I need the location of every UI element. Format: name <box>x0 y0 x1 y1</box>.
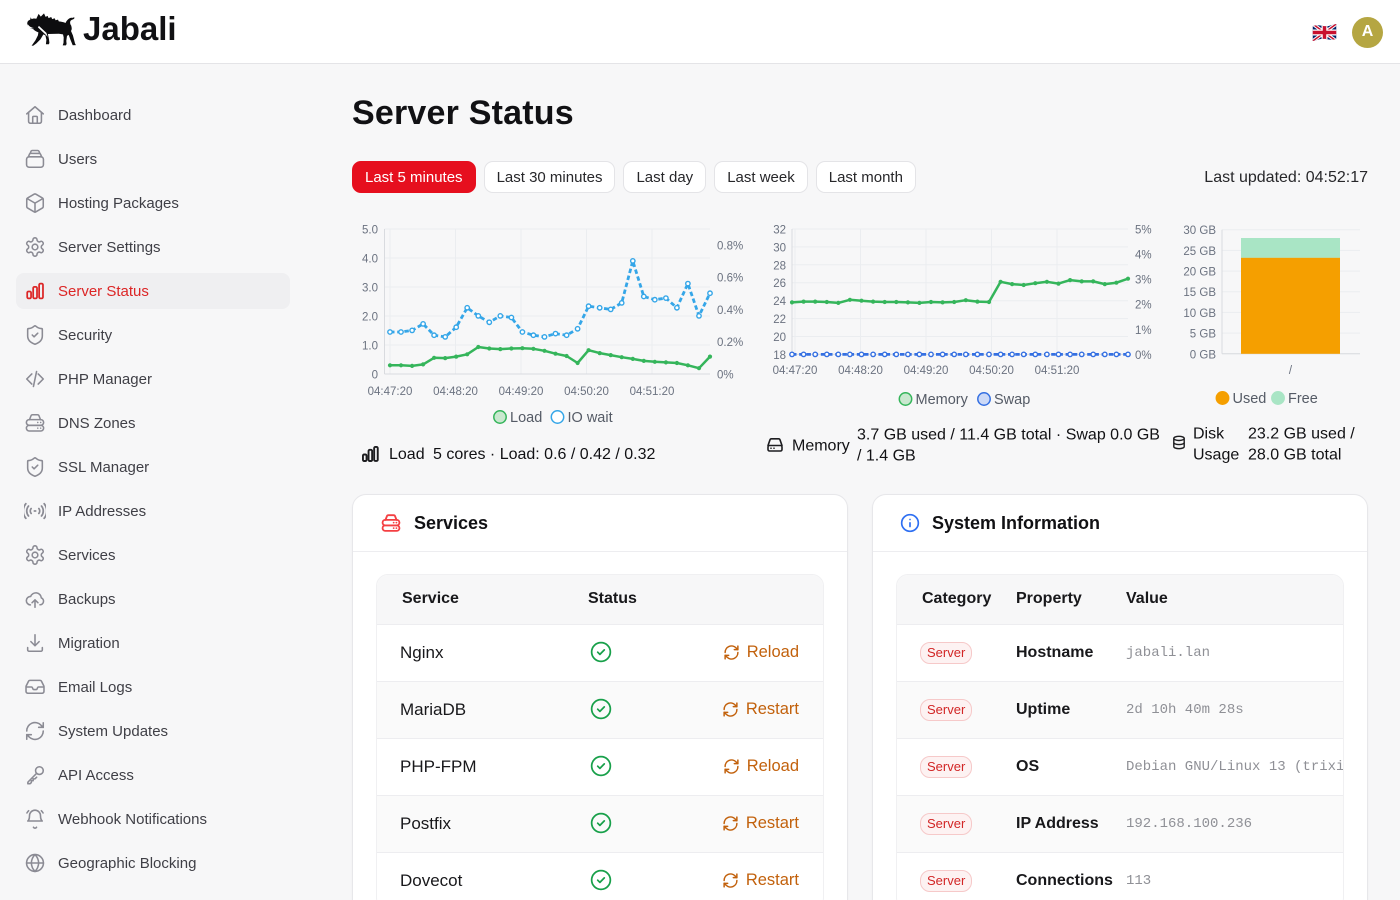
svg-text:24: 24 <box>773 296 786 308</box>
svg-text:15 GB: 15 GB <box>1183 287 1216 299</box>
svg-text:0.2%: 0.2% <box>717 337 743 349</box>
svg-text:0: 0 <box>372 370 378 382</box>
svg-text:0%: 0% <box>717 370 734 382</box>
svg-text:Swap: Swap <box>994 392 1030 408</box>
svg-text:5%: 5% <box>1135 225 1152 237</box>
svg-text:0.6%: 0.6% <box>717 273 743 285</box>
svg-text:Load: Load <box>389 446 425 463</box>
svg-text:Usage: Usage <box>1193 447 1239 464</box>
svg-text:1%: 1% <box>1135 325 1152 337</box>
svg-text:28: 28 <box>773 260 786 272</box>
svg-text:20: 20 <box>773 332 786 344</box>
svg-text:2%: 2% <box>1135 300 1152 312</box>
svg-text:04:48:20: 04:48:20 <box>433 386 478 398</box>
svg-text:1.0: 1.0 <box>362 341 378 353</box>
svg-text:04:50:20: 04:50:20 <box>969 365 1014 377</box>
svg-text:0.8%: 0.8% <box>717 240 743 252</box>
svg-text:32: 32 <box>773 225 786 237</box>
svg-text:04:47:20: 04:47:20 <box>368 386 413 398</box>
svg-text:Memory: Memory <box>792 438 850 455</box>
svg-text:04:51:20: 04:51:20 <box>1035 365 1080 377</box>
svg-text:Free: Free <box>1288 391 1318 407</box>
svg-text:2.0: 2.0 <box>362 312 378 324</box>
svg-text:0.4%: 0.4% <box>717 305 743 317</box>
svg-text:Memory: Memory <box>916 392 969 408</box>
svg-text:04:49:20: 04:49:20 <box>499 386 544 398</box>
svg-text:4.0: 4.0 <box>362 254 378 266</box>
svg-text:3.7 GB used / 11.4 GB total ·: 3.7 GB used / 11.4 GB total · Swap 0.0 G… <box>857 427 1160 444</box>
svg-text:0 GB: 0 GB <box>1190 349 1217 361</box>
svg-text:3.0: 3.0 <box>362 283 378 295</box>
svg-text:10 GB: 10 GB <box>1183 308 1216 320</box>
svg-text:0%: 0% <box>1135 350 1152 362</box>
svg-text:20 GB: 20 GB <box>1183 267 1216 279</box>
svg-text:28.0 GB total: 28.0 GB total <box>1248 447 1341 464</box>
svg-text:5 GB: 5 GB <box>1190 329 1217 341</box>
svg-text:25 GB: 25 GB <box>1183 246 1216 258</box>
svg-text:18: 18 <box>773 350 786 362</box>
svg-text:23.2 GB used /: 23.2 GB used / <box>1248 426 1355 443</box>
svg-text:04:50:20: 04:50:20 <box>564 386 609 398</box>
svg-text:Disk: Disk <box>1193 426 1225 443</box>
svg-text:30 GB: 30 GB <box>1183 225 1216 237</box>
svg-text:04:49:20: 04:49:20 <box>904 365 949 377</box>
svg-text:/: / <box>1289 365 1293 377</box>
svg-text:5 cores · Load: 0.6 / 0.42 / 0: 5 cores · Load: 0.6 / 0.42 / 0.32 <box>433 446 655 463</box>
svg-text:26: 26 <box>773 278 786 290</box>
svg-text:4%: 4% <box>1135 250 1152 262</box>
svg-text:Used: Used <box>1233 391 1267 407</box>
svg-text:IO wait: IO wait <box>568 410 613 426</box>
svg-text:30: 30 <box>773 242 786 254</box>
svg-text:5.0: 5.0 <box>362 225 378 237</box>
svg-text:/ 1.4 GB: / 1.4 GB <box>857 448 916 465</box>
svg-text:04:51:20: 04:51:20 <box>630 386 675 398</box>
svg-text:04:48:20: 04:48:20 <box>838 365 883 377</box>
svg-text:22: 22 <box>773 314 786 326</box>
svg-text:3%: 3% <box>1135 275 1152 287</box>
svg-text:Load: Load <box>510 410 542 426</box>
svg-text:04:47:20: 04:47:20 <box>773 365 818 377</box>
